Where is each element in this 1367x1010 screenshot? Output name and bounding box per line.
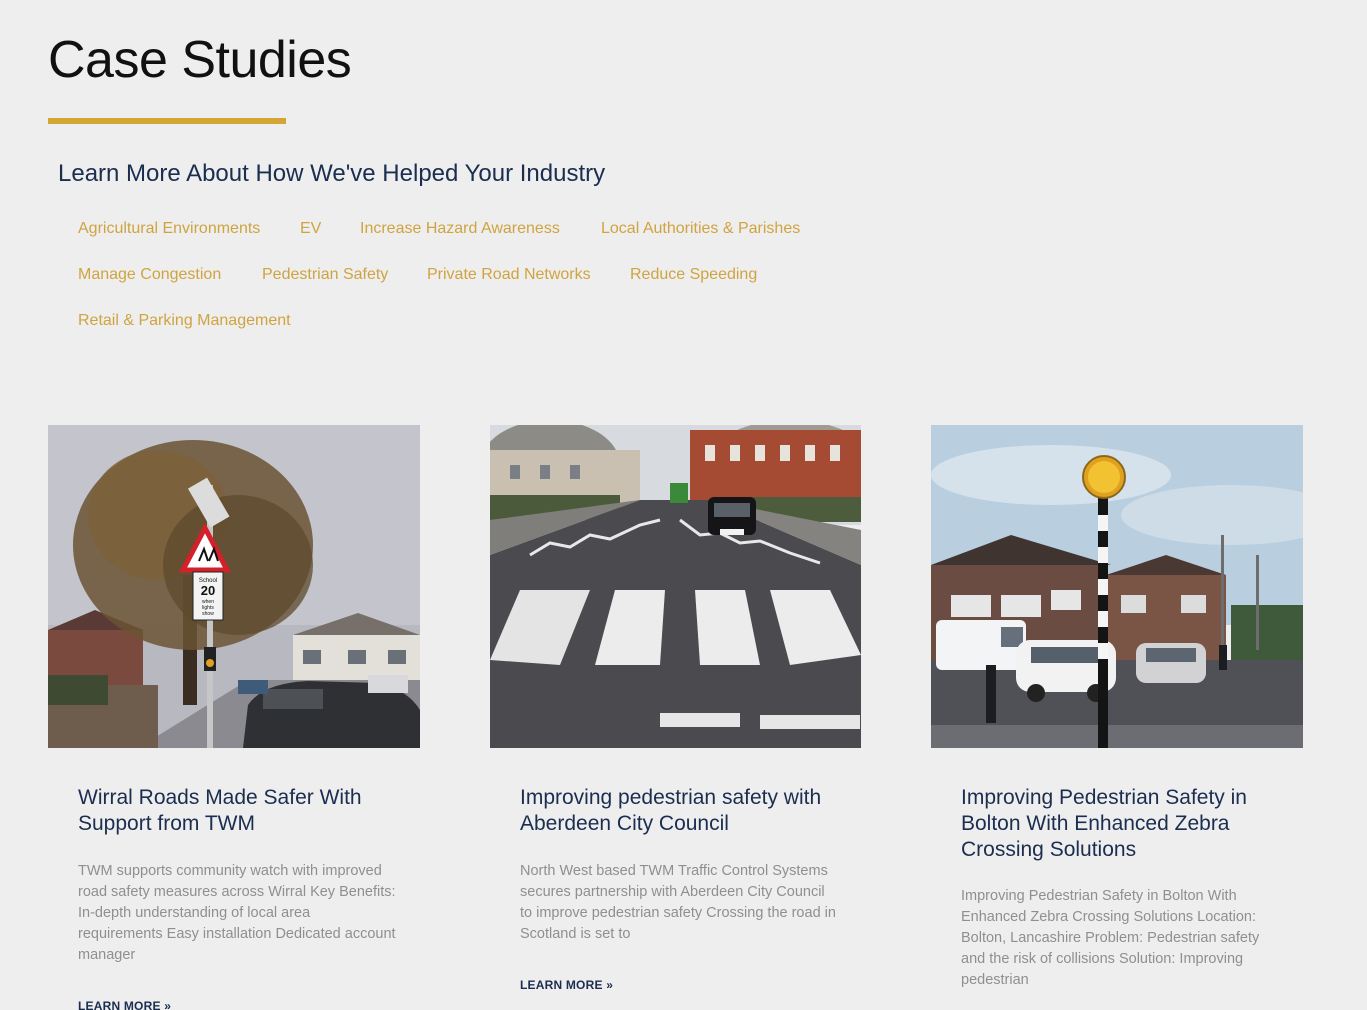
- category-link-pedestrian-safety[interactable]: Pedestrian Safety: [262, 266, 388, 284]
- category-link-local-authorities-parishes[interactable]: Local Authorities & Parishes: [601, 220, 800, 238]
- title-underline: [48, 118, 286, 124]
- card-image-zebra-crossing[interactable]: [490, 425, 861, 748]
- category-link-ev[interactable]: EV: [300, 220, 321, 238]
- sign-text-speed: 20: [201, 583, 215, 598]
- card-image-belisha-beacon[interactable]: [931, 425, 1303, 748]
- card-excerpt-bolton: Improving Pedestrian Safety in Bolton Wi…: [961, 888, 1260, 988]
- category-link-manage-congestion[interactable]: Manage Congestion: [78, 266, 221, 284]
- industry-heading: Learn More About How We've Helped Your I…: [58, 160, 606, 187]
- page-title: Case Studies: [48, 31, 352, 89]
- card-title-wirral[interactable]: Wirral Roads Made Safer With Support fro…: [78, 785, 398, 837]
- learn-more-link-wirral[interactable]: LEARN MORE »: [78, 999, 171, 1010]
- sign-text-show: show: [202, 611, 214, 617]
- category-link-private-road-networks[interactable]: Private Road Networks: [427, 266, 591, 284]
- card-title-bolton[interactable]: Improving Pedestrian Safety in Bolton Wi…: [961, 785, 1281, 863]
- card-excerpt-aberdeen: North West based TWM Traffic Control Sys…: [520, 863, 836, 942]
- card-image-school-sign[interactable]: School 20 when lights show: [48, 425, 420, 748]
- category-link-increase-hazard-awareness[interactable]: Increase Hazard Awareness: [360, 220, 560, 238]
- card-title-aberdeen[interactable]: Improving pedestrian safety with Aberdee…: [520, 785, 840, 837]
- card-excerpt-wirral: TWM supports community watch with improv…: [78, 863, 396, 963]
- learn-more-link-aberdeen[interactable]: LEARN MORE »: [520, 978, 613, 992]
- category-link-reduce-speeding[interactable]: Reduce Speeding: [630, 266, 757, 284]
- category-link-retail-parking-management[interactable]: Retail & Parking Management: [78, 312, 291, 330]
- category-link-agricultural-environments[interactable]: Agricultural Environments: [78, 220, 260, 238]
